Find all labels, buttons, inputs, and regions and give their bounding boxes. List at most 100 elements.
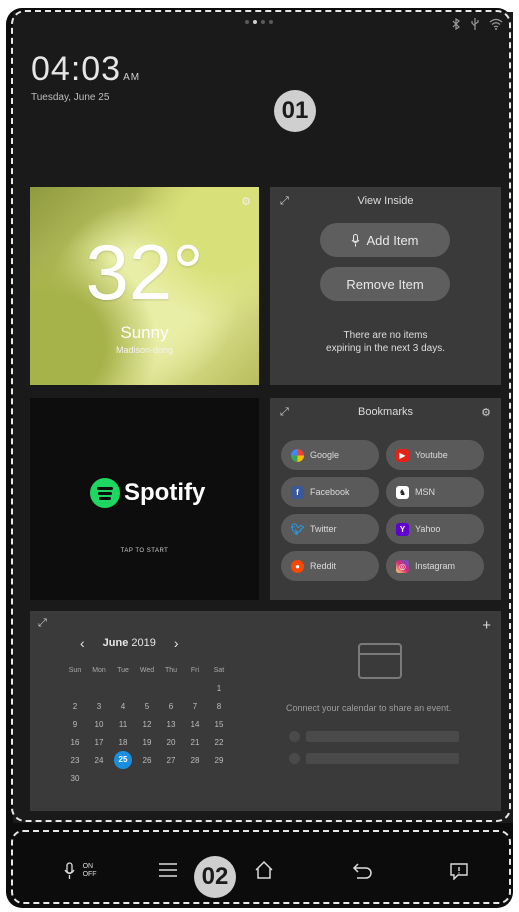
clock-time: 04:03: [31, 50, 122, 88]
event-placeholder-bar: [306, 731, 459, 742]
bookmark-yahoo[interactable]: Y Yahoo: [386, 514, 484, 544]
calendar-day[interactable]: 22: [207, 738, 231, 747]
add-item-button[interactable]: Add Item: [320, 223, 450, 257]
callout-02: 02: [194, 856, 236, 898]
spotify-widget[interactable]: Spotify TAP TO START: [30, 398, 259, 600]
voice-toggle[interactable]: ON OFF: [64, 860, 97, 880]
instagram-icon: ◎: [396, 559, 409, 573]
calendar-day[interactable]: 23: [63, 756, 87, 765]
calendar-day[interactable]: 25: [111, 751, 135, 769]
bookmark-youtube[interactable]: ▶ Youtube: [386, 440, 484, 470]
calendar-day[interactable]: 9: [63, 720, 87, 729]
prev-month-icon[interactable]: ‹: [80, 635, 85, 651]
calendar-day[interactable]: 4: [111, 702, 135, 711]
weekday-label: Tue: [117, 666, 129, 674]
weekday-label: Fri: [190, 666, 200, 674]
event-placeholder-bar: [306, 753, 459, 764]
calendar-day[interactable]: 18: [111, 738, 135, 747]
calendar-today[interactable]: 25: [114, 751, 132, 769]
calendar-day[interactable]: 30: [63, 774, 87, 783]
spotify-icon: [90, 478, 120, 508]
expiring-message: There are no items expiring in the next …: [270, 329, 501, 355]
usb-icon: [470, 18, 480, 33]
calendar-day[interactable]: 26: [135, 756, 159, 765]
calendar-day[interactable]: 6: [159, 702, 183, 711]
menu-icon[interactable]: [158, 862, 178, 882]
bookmark-msn[interactable]: ♞ MSN: [386, 477, 484, 507]
msn-icon: ♞: [396, 485, 409, 499]
event-placeholder-dot: [289, 753, 300, 764]
add-item-label: Add Item: [366, 232, 419, 248]
weather-condition: Sunny: [120, 323, 169, 342]
page-dot[interactable]: [261, 20, 265, 24]
back-icon[interactable]: [352, 862, 374, 884]
clock-ampm: AM: [123, 72, 141, 83]
home-icon[interactable]: [254, 860, 274, 884]
calendar-day[interactable]: 13: [159, 720, 183, 729]
bookmark-facebook[interactable]: f Facebook: [281, 477, 379, 507]
page-indicator[interactable]: [245, 20, 273, 24]
calendar-day[interactable]: 5: [135, 702, 159, 711]
spotify-logo: Spotify: [90, 478, 205, 508]
calendar-day[interactable]: 24: [87, 756, 111, 765]
weekday-label: Wed: [139, 666, 155, 674]
reddit-icon: ●: [291, 559, 304, 573]
microphone-icon: [64, 862, 75, 879]
calendar-day[interactable]: 27: [159, 756, 183, 765]
bookmark-label: Google: [310, 450, 340, 460]
voice-toggle-label: ON OFF: [83, 863, 97, 879]
bookmarks-settings-icon[interactable]: ⚙: [481, 406, 491, 419]
tap-to-start: TAP TO START: [120, 548, 169, 554]
yahoo-icon: Y: [396, 522, 409, 536]
bookmark-label: Facebook: [310, 487, 350, 497]
weekday-label: Mon: [92, 666, 106, 674]
next-month-icon[interactable]: ›: [174, 635, 179, 651]
youtube-icon: ▶: [396, 448, 409, 462]
calendar-day[interactable]: 15: [207, 720, 231, 729]
notification-icon[interactable]: [449, 862, 469, 884]
voice-off: OFF: [82, 870, 97, 878]
add-event-icon[interactable]: +: [482, 617, 491, 634]
weather-widget[interactable]: ⚙ 32° Sunny Madison-dong: [30, 187, 259, 385]
weather-settings-icon[interactable]: ⚙: [241, 195, 251, 208]
calendar-day[interactable]: 10: [87, 720, 111, 729]
calendar-day[interactable]: 21: [183, 738, 207, 747]
bookmark-reddit[interactable]: ● Reddit: [281, 551, 379, 581]
expiring-message-line: There are no items: [343, 330, 428, 341]
calendar-day[interactable]: 8: [207, 702, 231, 711]
bookmark-twitter[interactable]: 🐦︎ Twitter: [281, 514, 379, 544]
calendar-day[interactable]: 3: [87, 702, 111, 711]
remove-item-button[interactable]: Remove Item: [320, 267, 450, 301]
calendar-day[interactable]: 28: [183, 756, 207, 765]
calendar-day[interactable]: 2: [63, 702, 87, 711]
calendar-day[interactable]: 7: [183, 702, 207, 711]
bookmarks-widget: ⤢ Bookmarks ⚙ Google ▶ Youtube f Faceboo…: [270, 398, 501, 600]
wifi-icon: [489, 18, 503, 33]
expand-icon[interactable]: ⤢: [38, 617, 47, 630]
calendar-day[interactable]: 19: [135, 738, 159, 747]
calendar-day[interactable]: 11: [111, 720, 135, 729]
bookmark-instagram[interactable]: ◎ Instagram: [386, 551, 484, 581]
calendar-day[interactable]: 29: [207, 756, 231, 765]
calendar-day[interactable]: 14: [183, 720, 207, 729]
calendar-grid: Sun Mon Tue Wed Thu Fri Sat 1 2 3 4 5 6 7 8 9 10 11 12 13 14…: [63, 661, 231, 787]
calendar-day[interactable]: 16: [63, 738, 87, 747]
bookmark-label: Instagram: [415, 561, 456, 571]
calendar-day[interactable]: 1: [207, 684, 231, 693]
page-dot[interactable]: [245, 20, 249, 24]
weather-temperature: 32°: [85, 228, 204, 316]
calendar-day[interactable]: 20: [159, 738, 183, 747]
page-dot[interactable]: [269, 20, 273, 24]
calendar-day[interactable]: 17: [87, 738, 111, 747]
microphone-icon: [352, 233, 360, 246]
calendar-day[interactable]: 12: [135, 720, 159, 729]
home-screen: 04:03 AM Tuesday, June 25 ⚙ 32° Sunny Mad…: [13, 12, 513, 823]
connect-calendar-message: Connect your calendar to share an event.: [286, 703, 452, 713]
page-dot-active[interactable]: [253, 20, 257, 24]
bookmark-label: Twitter: [310, 524, 337, 534]
callout-01: 01: [274, 90, 316, 132]
voice-on: ON: [82, 862, 94, 870]
bookmark-google[interactable]: Google: [281, 440, 379, 470]
clock: 04:03 AM: [31, 50, 140, 89]
status-bar: [451, 17, 503, 33]
